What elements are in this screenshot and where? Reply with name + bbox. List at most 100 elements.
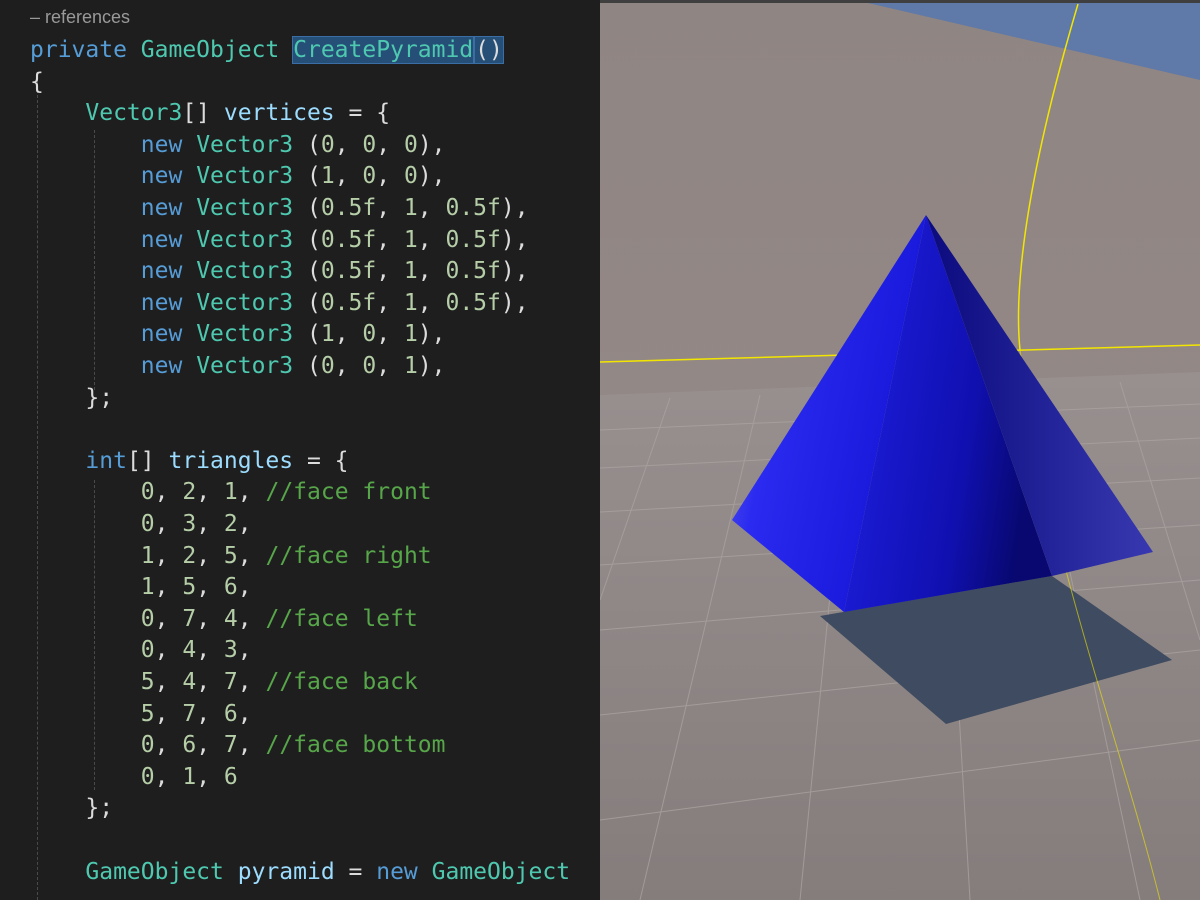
code-line[interactable]: new Vector3 (0.5f, 1, 0.5f), (30, 224, 529, 256)
code-token: , (237, 669, 266, 695)
scene-view[interactable] (600, 0, 1200, 900)
code-token: , (196, 700, 224, 727)
code-token: ( (293, 258, 321, 285)
code-token: 0.5f (445, 195, 501, 221)
code-token: 2 (182, 542, 197, 569)
code-line[interactable]: 5, 4, 7, //face back (30, 666, 418, 698)
code-line[interactable]: Vector3[] vertices = { (30, 97, 390, 129)
code-token: }; (30, 384, 114, 411)
code-token: 1 (403, 289, 418, 316)
code-token: , (417, 258, 446, 285)
code-token: { (30, 68, 44, 95)
code-line[interactable]: new Vector3 (0.5f, 1, 0.5f), (30, 255, 529, 287)
code-token: new (140, 226, 183, 253)
code-token: = { (293, 447, 349, 474)
code-token: , (376, 353, 404, 379)
code-token: GameObject (431, 858, 571, 885)
code-token: Vector3 (85, 100, 183, 127)
code-token: , (154, 511, 183, 537)
code-token: [] (126, 447, 169, 474)
code-line[interactable]: }; (30, 792, 113, 824)
code-line[interactable]: new Vector3 (0, 0, 0), (30, 129, 446, 161)
code-line[interactable]: 0, 1, 6 (30, 761, 238, 793)
code-token: , (237, 574, 252, 601)
code-line[interactable]: 1, 2, 5, //face right (30, 540, 432, 572)
code-token: new (140, 321, 183, 348)
code-line[interactable]: 0, 4, 3, (30, 634, 252, 666)
code-token: 0.5f (320, 226, 377, 253)
code-line[interactable]: new Vector3 (0.5f, 1, 0.5f), (30, 287, 529, 319)
code-token: 0 (320, 131, 335, 158)
code-line[interactable]: new Vector3 (0.5f, 1, 0.5f), (30, 192, 529, 224)
code-line[interactable]: 0, 2, 1, //face front (30, 476, 432, 508)
code-line[interactable]: 0, 6, 7, //face bottom (30, 729, 446, 761)
code-token: 4 (182, 637, 197, 664)
code-token: ( (293, 195, 321, 221)
code-line[interactable]: new Vector3 (1, 0, 0), (30, 160, 446, 192)
code-token: 1 (182, 763, 197, 790)
code-line[interactable]: private GameObject CreatePyramid() (30, 34, 504, 66)
code-token: 0 (362, 321, 377, 348)
code-line[interactable]: 0, 3, 2, (30, 508, 252, 540)
code-token: Vector3 (196, 195, 294, 221)
code-token: pyramid (237, 858, 335, 885)
code-token: ), (500, 258, 529, 285)
code-line[interactable]: 5, 7, 6, (30, 698, 252, 730)
code-token: 0.5f (320, 195, 377, 221)
code-token: 1 (403, 195, 418, 221)
code-token: 0.5f (445, 289, 501, 316)
code-token: new (140, 353, 183, 379)
code-token: new (140, 131, 183, 158)
code-token: //face back (265, 669, 418, 695)
code-token: 3 (182, 511, 197, 537)
code-token: [] (182, 100, 224, 127)
code-token: ( (293, 163, 321, 190)
code-token: , (154, 542, 183, 569)
code-token: , (154, 732, 183, 759)
code-token: 7 (182, 700, 197, 727)
code-token: , (237, 605, 266, 632)
code-line[interactable]: new Vector3 (1, 0, 1), (30, 318, 446, 350)
code-token: 0 (140, 479, 155, 506)
code-token: 0.5f (445, 258, 501, 285)
code-token: 6 (223, 700, 238, 727)
code-token: 1 (320, 163, 335, 190)
code-editor[interactable]: – references private GameObject CreatePy… (0, 0, 600, 900)
code-token: //face bottom (265, 732, 446, 759)
scene-canvas (600, 0, 1200, 900)
code-token: 0 (140, 732, 155, 759)
code-token: , (196, 542, 224, 569)
code-token: 7 (223, 732, 238, 759)
code-token: ), (500, 195, 529, 221)
code-token: , (154, 700, 183, 727)
code-token: , (196, 574, 224, 601)
code-line[interactable]: int[] triangles = { (30, 445, 349, 477)
code-line[interactable]: GameObject pyramid = new GameObject (30, 856, 570, 888)
code-token: 0 (140, 605, 155, 632)
code-line[interactable]: }; (30, 382, 113, 414)
code-token: ), (500, 226, 529, 253)
code-token: ( (293, 289, 321, 316)
codelens-references[interactable]: – references (30, 7, 130, 28)
code-token: , (237, 542, 266, 569)
code-token: 1 (403, 321, 418, 348)
code-line[interactable]: 0, 7, 4, //face left (30, 603, 418, 635)
code-token: , (334, 163, 363, 190)
code-token: 0 (403, 163, 418, 190)
code-token: , (334, 321, 363, 348)
code-line[interactable]: new Vector3 (0, 0, 1), (30, 350, 446, 382)
code-line[interactable]: { (30, 66, 44, 98)
code-token: Vector3 (196, 353, 294, 379)
code-token: 6 (223, 763, 238, 790)
code-token: 1 (403, 226, 418, 253)
code-line[interactable]: 1, 5, 6, (30, 571, 252, 603)
